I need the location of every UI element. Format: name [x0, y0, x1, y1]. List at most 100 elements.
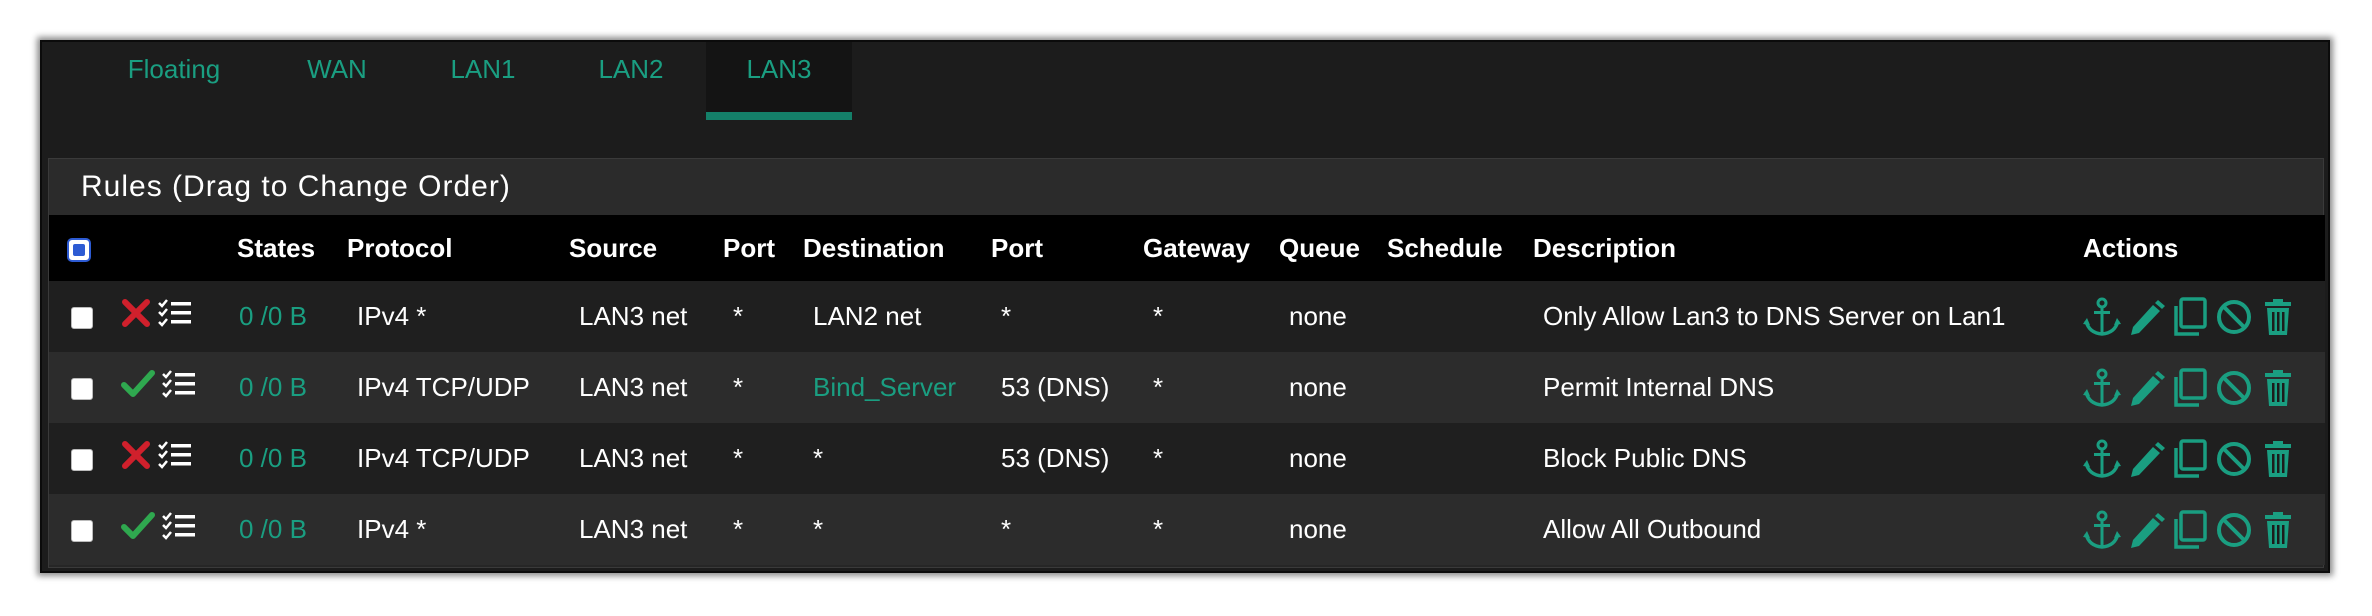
rule-protocol: IPv4 * [357, 301, 427, 331]
pencil-icon[interactable] [2125, 368, 2167, 408]
rule-description: Only Allow Lan3 to DNS Server on Lan1 [1543, 301, 2006, 331]
trash-icon[interactable] [2257, 297, 2299, 337]
tab-floating[interactable]: Floating [84, 42, 264, 118]
disable-icon[interactable] [2213, 439, 2255, 479]
disable-icon[interactable] [2213, 510, 2255, 550]
tab-lan1[interactable]: LAN1 [410, 42, 556, 118]
copy-icon[interactable] [2169, 438, 2211, 479]
header-queue: Queue [1279, 232, 1360, 263]
rule-row[interactable]: 0 /0 B IPv4 * LAN3 net * LAN2 net * * no… [49, 281, 2325, 352]
header-destination: Destination [803, 232, 945, 263]
anchor-icon[interactable] [2081, 439, 2123, 479]
row-checkbox[interactable] [49, 423, 111, 494]
rule-queue: none [1289, 443, 1347, 473]
rule-description: Permit Internal DNS [1543, 372, 1775, 402]
list-icon[interactable] [157, 297, 193, 336]
table-header-row: States Protocol Source Port Destination … [49, 215, 2325, 281]
pencil-icon[interactable] [2125, 297, 2167, 337]
rule-actions [2075, 494, 2325, 565]
x-icon[interactable] [121, 298, 151, 335]
anchor-icon[interactable] [2081, 368, 2123, 408]
select-all-checkbox[interactable] [49, 215, 111, 281]
copy-icon[interactable] [2169, 296, 2211, 337]
header-dest-port: Port [991, 232, 1043, 263]
header-states: States [237, 232, 316, 263]
rule-gateway: * [1153, 372, 1164, 402]
rule-schedule [1379, 494, 1525, 565]
trash-icon[interactable] [2257, 439, 2299, 479]
copy-icon[interactable] [2169, 509, 2211, 550]
rule-protocol: IPv4 * [357, 514, 427, 544]
rule-dest-port: 53 (DNS) [1001, 443, 1110, 473]
pencil-icon[interactable] [2125, 439, 2167, 479]
rule-row[interactable]: 0 /0 B IPv4 * LAN3 net * * * * none Allo… [49, 494, 2325, 565]
rule-schedule [1379, 281, 1525, 352]
rule-status-icons [111, 423, 229, 494]
anchor-icon[interactable] [2081, 510, 2123, 550]
header-source: Source [569, 232, 658, 263]
rule-description: Allow All Outbound [1543, 514, 1762, 544]
rule-source-port: * [733, 514, 744, 544]
disable-icon[interactable] [2213, 368, 2255, 408]
rule-source-port: * [733, 372, 744, 402]
interface-tabs: Floating WAN LAN1 LAN2 LAN3 [42, 42, 2328, 126]
rule-protocol: IPv4 TCP/UDP [357, 372, 530, 402]
disable-icon[interactable] [2213, 297, 2255, 337]
rule-source: LAN3 net [579, 443, 688, 473]
rule-schedule [1379, 423, 1525, 494]
list-icon[interactable] [161, 368, 197, 407]
rule-states[interactable]: 0 /0 B [229, 423, 339, 494]
rule-gateway: * [1153, 514, 1164, 544]
rule-row[interactable]: 0 /0 B IPv4 TCP/UDP LAN3 net * Bind_Serv… [49, 352, 2325, 423]
copy-icon[interactable] [2169, 367, 2211, 408]
rule-source: LAN3 net [579, 514, 688, 544]
check-icon[interactable] [121, 369, 155, 406]
rule-dest-port: * [1001, 514, 1012, 544]
header-schedule: Schedule [1387, 232, 1503, 263]
trash-icon[interactable] [2257, 368, 2299, 408]
header-protocol: Protocol [347, 232, 453, 263]
rule-queue: none [1289, 301, 1347, 331]
rule-destination: LAN2 net [813, 301, 922, 331]
list-icon[interactable] [157, 439, 193, 478]
rule-destination[interactable]: Bind_Server [795, 352, 983, 423]
rule-status-icons [111, 352, 229, 423]
header-icons [111, 215, 229, 281]
tab-wan[interactable]: WAN [264, 42, 410, 118]
rule-row[interactable]: 0 /0 B IPv4 TCP/UDP LAN3 net * * 53 (DNS… [49, 423, 2325, 494]
firewall-rules-window: Floating WAN LAN1 LAN2 LAN3 Rules (Drag … [40, 40, 2330, 573]
header-description: Description [1533, 232, 1677, 263]
anchor-icon[interactable] [2081, 297, 2123, 337]
rule-destination: * [813, 443, 824, 473]
rule-states[interactable]: 0 /0 B [229, 494, 339, 565]
tab-lan2[interactable]: LAN2 [556, 42, 706, 118]
rules-panel: Rules (Drag to Change Order) States Prot… [48, 158, 2325, 568]
rule-description: Block Public DNS [1543, 443, 1747, 473]
rule-dest-port: 53 (DNS) [1001, 372, 1110, 402]
pencil-icon[interactable] [2125, 510, 2167, 550]
rule-source: LAN3 net [579, 301, 688, 331]
rules-table: States Protocol Source Port Destination … [49, 215, 2325, 565]
row-checkbox[interactable] [49, 494, 111, 565]
check-icon[interactable] [121, 511, 155, 548]
header-actions: Actions [2083, 232, 2179, 263]
x-icon[interactable] [121, 440, 151, 477]
tab-lan3[interactable]: LAN3 [706, 42, 852, 120]
trash-icon[interactable] [2257, 510, 2299, 550]
rule-actions [2075, 423, 2325, 494]
header-port: Port [723, 232, 775, 263]
rule-gateway: * [1153, 443, 1164, 473]
header-gateway: Gateway [1143, 232, 1250, 263]
rule-states[interactable]: 0 /0 B [229, 281, 339, 352]
rule-actions [2075, 281, 2325, 352]
rule-actions [2075, 352, 2325, 423]
list-icon[interactable] [161, 510, 197, 549]
rule-queue: none [1289, 514, 1347, 544]
rule-states[interactable]: 0 /0 B [229, 352, 339, 423]
rule-source-port: * [733, 443, 744, 473]
row-checkbox[interactable] [49, 352, 111, 423]
rule-status-icons [111, 494, 229, 565]
rule-destination: * [813, 514, 824, 544]
rule-source-port: * [733, 301, 744, 331]
row-checkbox[interactable] [49, 281, 111, 352]
